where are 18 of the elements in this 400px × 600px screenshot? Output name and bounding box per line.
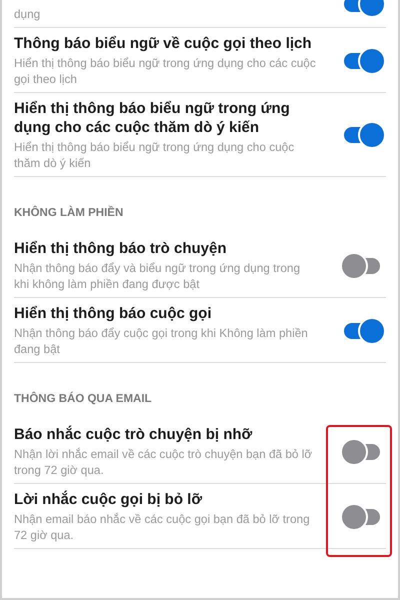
setting-title: Hiển thị thông báo trò chuyện <box>14 239 228 258</box>
setting-title: Thông báo biểu ngữ về cuộc gọi theo lịch <box>14 34 313 53</box>
setting-description: Hiển thị thông báo biểu ngữ trong ứng dụng cho cuộc thăm dò ý kiến <box>14 139 296 171</box>
toggle-switch[interactable] <box>342 123 384 147</box>
setting-title: Hiển thị thông báo biểu ngữ trong ứng dụng cho các cuộc thăm dò ý kiến <box>14 99 291 137</box>
setting-description: Nhận thông báo đẩy cuộc gọi trong khi Không làm phiền đang bật <box>14 325 309 357</box>
setting-title: Lời nhắc cuộc gọi bị bỏ lỡ <box>14 490 203 509</box>
setting-description: Nhận email báo nhắc về các cuộc gọi bạn đã bỏ lỡ trong 72 giờ qua. <box>14 511 311 543</box>
setting-title: Báo nhắc cuộc trò chuyện bị nhỡ <box>14 425 254 444</box>
toggle-switch[interactable] <box>342 318 384 342</box>
setting-description: Hiển thị thông báo biểu ngữ trong ứng dụng cho các cuộc gọi theo lịch <box>14 55 317 87</box>
setting-title: Hiển thị thông báo cuộc gọi <box>14 304 212 323</box>
setting-description: Nhận lời nhắc email về các cuộc trò chuyện bạn đã bỏ lỡ trong 72 giờ qua. <box>14 446 314 478</box>
section-header: KHÔNG LÀM PHIỀN <box>14 204 124 221</box>
toggle-switch[interactable] <box>342 48 384 72</box>
setting-description: dụng <box>14 6 42 22</box>
setting-description: Nhận thông báo đẩy và biểu ngữ trong ứng dụng trong khi không làm phiền đang được bật <box>14 260 302 292</box>
section-header: THÔNG BÁO QUA EMAIL <box>14 390 153 407</box>
